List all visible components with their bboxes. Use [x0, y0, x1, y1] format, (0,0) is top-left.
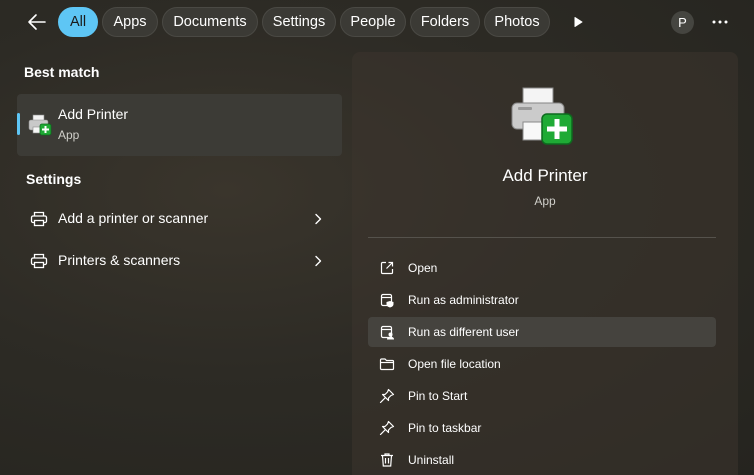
- folder-icon: [379, 356, 395, 372]
- detail-subtitle: App: [534, 194, 556, 208]
- action-label: Open file location: [408, 357, 501, 371]
- shield-icon: [379, 292, 395, 308]
- action-label: Uninstall: [408, 453, 455, 467]
- pin-icon: [379, 388, 395, 404]
- back-button[interactable]: [24, 9, 50, 35]
- action-label: Open: [408, 261, 438, 275]
- detail-panel: Add Printer App Open Run as administrato…: [352, 52, 738, 475]
- open-external-icon: [379, 260, 395, 276]
- settings-heading: Settings: [26, 171, 82, 187]
- divider: [368, 237, 716, 238]
- more-options-button[interactable]: [709, 12, 731, 32]
- tab-settings[interactable]: Settings: [262, 7, 336, 37]
- action-pin-to-taskbar[interactable]: Pin to taskbar: [368, 413, 716, 443]
- tab-people[interactable]: People: [340, 7, 406, 37]
- action-label: Pin to Start: [408, 389, 468, 403]
- tab-all[interactable]: All: [58, 7, 98, 37]
- more-filters-button[interactable]: [568, 12, 588, 32]
- user-switch-icon: [379, 324, 395, 340]
- selection-indicator: [17, 113, 20, 135]
- tab-photos[interactable]: Photos: [484, 7, 550, 37]
- ellipsis-icon: [712, 20, 728, 24]
- chevron-right-icon: [313, 212, 323, 226]
- trash-icon: [379, 452, 395, 468]
- best-match-result[interactable]: Add Printer App: [17, 94, 342, 156]
- printer-icon: [30, 211, 48, 227]
- best-match-title: Add Printer: [58, 106, 129, 122]
- printer-icon: [30, 253, 48, 269]
- best-match-heading: Best match: [24, 64, 100, 80]
- add-printer-icon: [510, 86, 574, 146]
- search-filter-bar: All Apps Documents Settings People Folde…: [0, 0, 754, 44]
- setting-label: Printers & scanners: [58, 252, 181, 268]
- action-run-as-administrator[interactable]: Run as administrator: [368, 285, 716, 315]
- setting-printers-and-scanners[interactable]: Printers & scanners: [17, 242, 342, 280]
- add-printer-icon: [28, 113, 52, 137]
- chevron-right-icon: [313, 254, 323, 268]
- play-icon: [574, 17, 583, 27]
- setting-add-printer-or-scanner[interactable]: Add a printer or scanner: [17, 200, 342, 238]
- action-open[interactable]: Open: [368, 253, 716, 283]
- tab-folders[interactable]: Folders: [410, 7, 480, 37]
- setting-label: Add a printer or scanner: [58, 210, 209, 226]
- user-avatar[interactable]: P: [671, 11, 694, 34]
- action-pin-to-start[interactable]: Pin to Start: [368, 381, 716, 411]
- back-arrow-icon: [28, 14, 46, 30]
- action-open-file-location[interactable]: Open file location: [368, 349, 716, 379]
- pin-icon: [379, 420, 395, 436]
- action-run-as-different-user[interactable]: Run as different user: [368, 317, 716, 347]
- action-uninstall[interactable]: Uninstall: [368, 445, 716, 475]
- action-label: Run as administrator: [408, 293, 519, 307]
- tab-documents[interactable]: Documents: [162, 7, 258, 37]
- action-label: Pin to taskbar: [408, 421, 482, 435]
- best-match-subtitle: App: [58, 128, 80, 142]
- action-label: Run as different user: [408, 325, 520, 339]
- detail-title: Add Printer: [502, 166, 588, 185]
- tab-apps[interactable]: Apps: [102, 7, 158, 37]
